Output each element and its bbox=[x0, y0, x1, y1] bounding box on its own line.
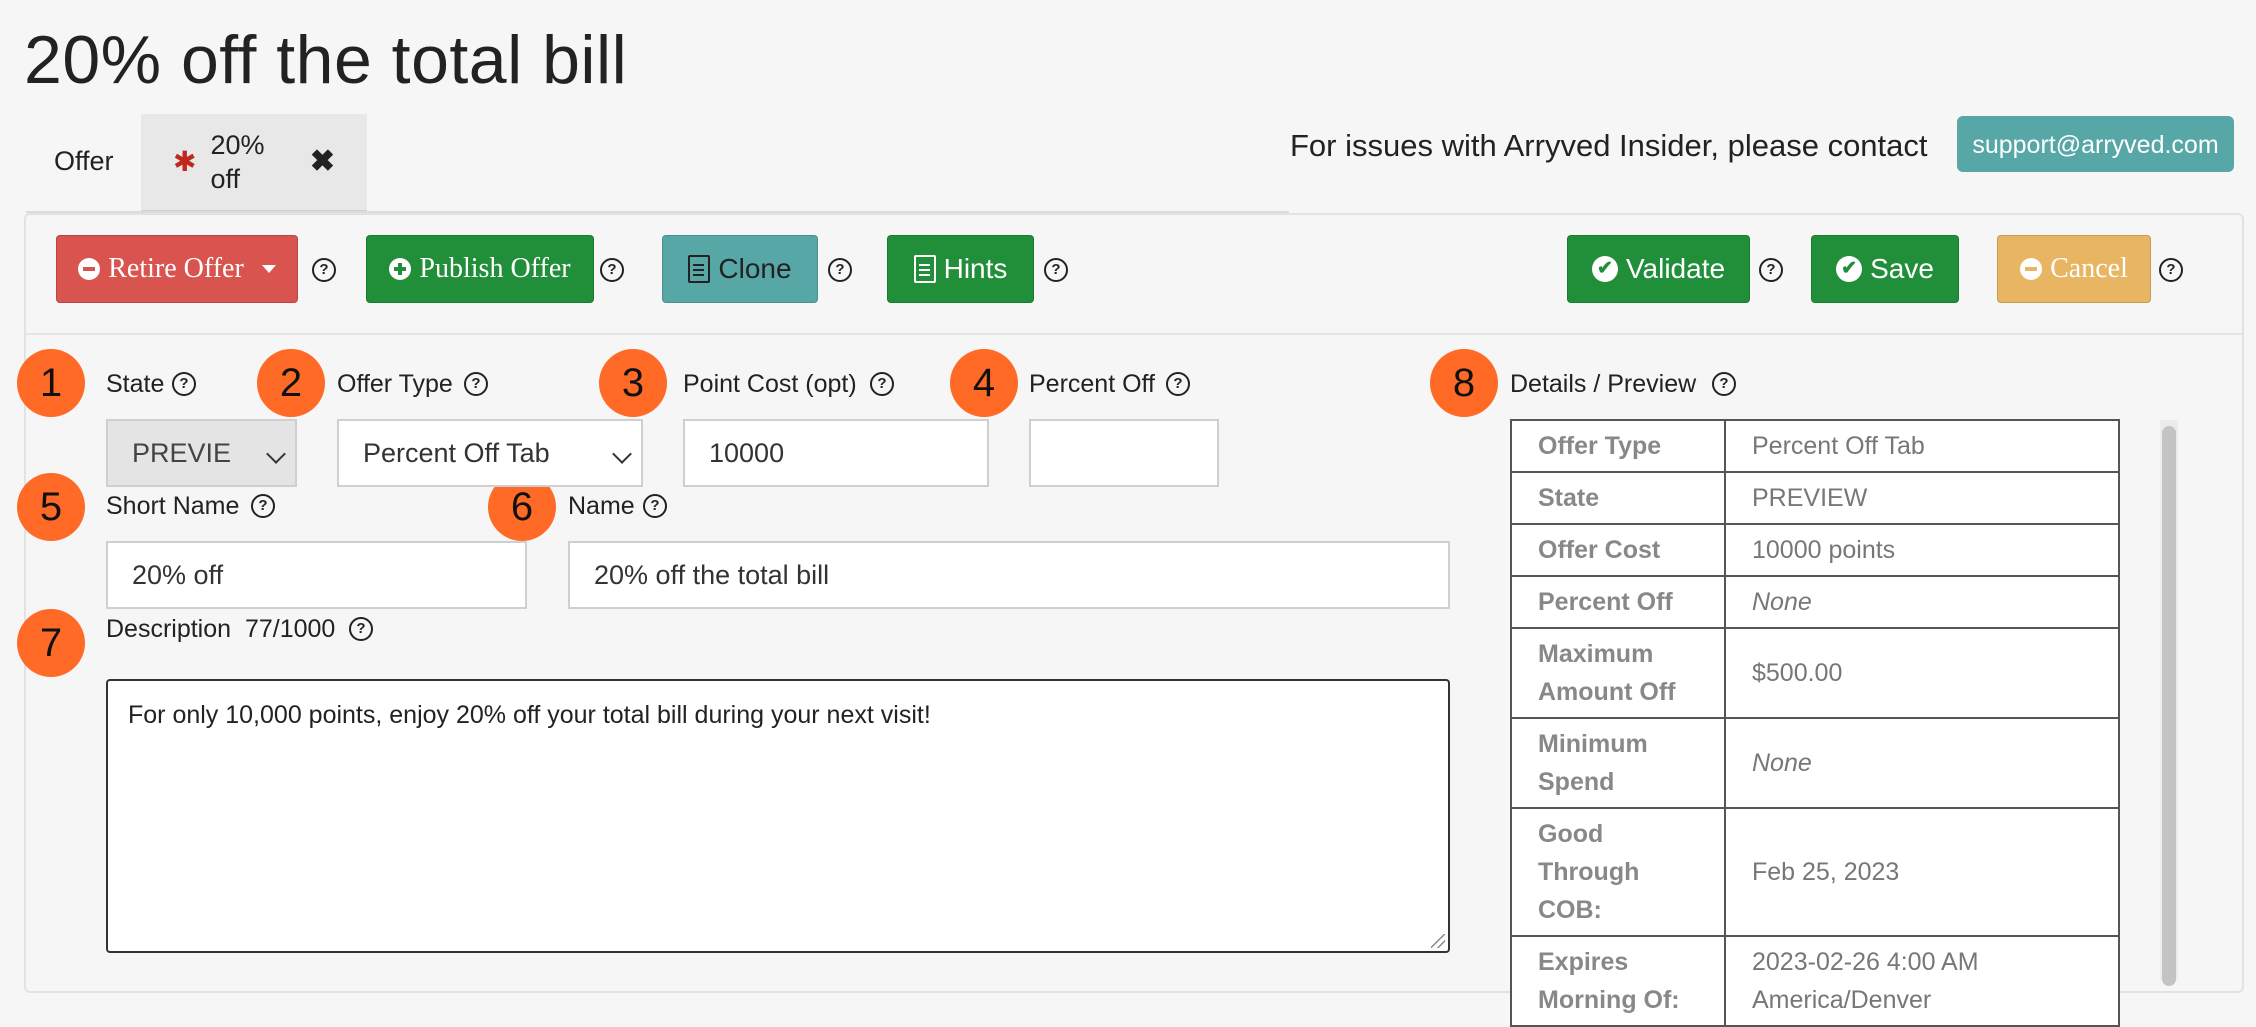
support-email-button[interactable]: support@arryved.com bbox=[1957, 116, 2234, 172]
help-icon[interactable]: ? bbox=[1759, 258, 1783, 282]
offer-type-select[interactable]: Percent Off Tab bbox=[337, 419, 643, 487]
callout-badge-3: 3 bbox=[599, 349, 667, 417]
table-row: Maximum Amount Off $500.00 bbox=[1510, 627, 2120, 719]
clone-button[interactable]: Clone bbox=[662, 235, 818, 303]
document-icon bbox=[913, 255, 936, 283]
check-circle-icon: ✔ bbox=[1591, 256, 1618, 282]
short-name-input[interactable]: 20% off bbox=[106, 541, 527, 609]
tab-offer[interactable]: Offer bbox=[26, 114, 140, 214]
table-row: Expires Morning Of: 2023-02-26 4:00 AM Am… bbox=[1510, 935, 2120, 1027]
minus-circle-icon bbox=[2020, 258, 2043, 280]
table-row: Percent Off None bbox=[1510, 575, 2120, 629]
document-icon bbox=[688, 255, 711, 283]
character-count: 77/1000 bbox=[244, 615, 336, 643]
name-label: Name bbox=[568, 492, 635, 520]
unsaved-marker-icon: ✱ bbox=[173, 146, 197, 177]
callout-badge-2: 2 bbox=[257, 349, 325, 417]
validate-button[interactable]: ✔ Validate bbox=[1567, 235, 1750, 303]
table-row: Good Through COB: Feb 25, 2023 bbox=[1510, 807, 2120, 937]
plus-circle-icon bbox=[389, 258, 412, 280]
caret-down-icon bbox=[261, 265, 276, 273]
name-input[interactable]: 20% off the total bill bbox=[568, 541, 1450, 609]
offer-type-label: Offer Type bbox=[337, 370, 453, 398]
hints-button[interactable]: Hints bbox=[887, 235, 1034, 303]
callout-badge-1: 1 bbox=[17, 349, 85, 417]
help-icon[interactable]: ? bbox=[1166, 372, 1190, 396]
close-icon[interactable]: ✖ bbox=[310, 145, 335, 179]
resize-handle-icon[interactable] bbox=[1431, 934, 1445, 948]
page-title: 20% off the total bill bbox=[24, 22, 628, 98]
help-icon[interactable]: ? bbox=[1044, 258, 1068, 282]
percent-off-label: Percent Off bbox=[1029, 370, 1155, 398]
tab-label: 20% off bbox=[210, 130, 265, 194]
publish-offer-button[interactable]: Publish Offer bbox=[366, 235, 594, 303]
details-table: Offer Type Percent Off Tab State PREVIEW O… bbox=[1510, 419, 2120, 1027]
table-row: Offer Type Percent Off Tab bbox=[1510, 419, 2120, 473]
callout-badge-4: 4 bbox=[950, 349, 1018, 417]
help-icon[interactable]: ? bbox=[870, 372, 894, 396]
support-text: For issues with Arryved Insider, please … bbox=[1290, 128, 1928, 163]
help-icon[interactable]: ? bbox=[349, 617, 373, 641]
minus-circle-icon bbox=[78, 258, 101, 280]
table-row: Minimum Spend None bbox=[1510, 717, 2120, 809]
table-row: Offer Cost 10000 points bbox=[1510, 523, 2120, 577]
toolbar-divider bbox=[26, 333, 2242, 335]
chevron-down-icon bbox=[266, 444, 286, 464]
chevron-down-icon bbox=[612, 444, 632, 464]
details-preview-label: Details / Preview bbox=[1510, 370, 1697, 398]
check-circle-icon: ✔ bbox=[1836, 256, 1863, 282]
help-icon[interactable]: ? bbox=[251, 494, 275, 518]
callout-badge-8: 8 bbox=[1430, 349, 1498, 417]
scrollbar-thumb[interactable] bbox=[2162, 426, 2176, 986]
percent-off-input[interactable] bbox=[1029, 419, 1219, 487]
help-icon[interactable]: ? bbox=[828, 258, 852, 282]
help-icon[interactable]: ? bbox=[464, 372, 488, 396]
point-cost-input[interactable]: 10000 bbox=[683, 419, 989, 487]
state-select[interactable]: PREVIE bbox=[106, 419, 297, 487]
help-icon[interactable]: ? bbox=[312, 258, 336, 282]
help-icon[interactable]: ? bbox=[172, 372, 196, 396]
cancel-button[interactable]: Cancel bbox=[1997, 235, 2151, 303]
callout-badge-7: 7 bbox=[17, 609, 85, 677]
state-label: State bbox=[106, 370, 165, 398]
save-button[interactable]: ✔ Save bbox=[1811, 235, 1959, 303]
description-textarea[interactable]: For only 10,000 points, enjoy 20% off yo… bbox=[106, 679, 1450, 953]
table-row: State PREVIEW bbox=[1510, 471, 2120, 525]
callout-badge-5: 5 bbox=[17, 473, 85, 541]
short-name-label: Short Name bbox=[106, 492, 240, 520]
help-icon[interactable]: ? bbox=[600, 258, 624, 282]
retire-offer-button[interactable]: Retire Offer bbox=[56, 235, 298, 303]
help-icon[interactable]: ? bbox=[643, 494, 667, 518]
help-icon[interactable]: ? bbox=[2159, 258, 2183, 282]
help-icon[interactable]: ? bbox=[1712, 372, 1736, 396]
description-label: Description 77/1000 bbox=[106, 615, 336, 643]
tab-20-off[interactable]: ✱ 20% off ✖ bbox=[141, 114, 367, 212]
point-cost-label: Point Cost (opt) bbox=[683, 370, 857, 398]
